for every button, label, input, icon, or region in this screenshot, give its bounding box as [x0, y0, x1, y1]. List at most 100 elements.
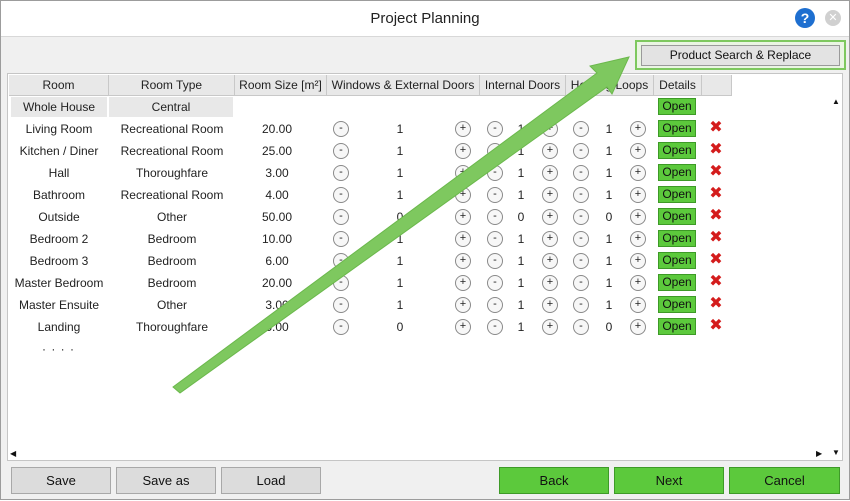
heating-loops-increment-button[interactable]: + — [630, 319, 646, 335]
open-details-button[interactable]: Open — [658, 120, 696, 137]
internal-doors-decrement-button[interactable]: - — [487, 319, 503, 335]
delete-x-icon[interactable]: ✖ — [708, 296, 724, 312]
next-button[interactable]: Next — [614, 467, 724, 494]
internal-doors-increment-button[interactable]: + — [542, 319, 558, 335]
horizontal-scrollbar[interactable]: ◀ ▶ — [8, 448, 830, 460]
delete-x-icon[interactable]: ✖ — [708, 274, 724, 290]
delete-x-icon[interactable]: ✖ — [708, 164, 724, 180]
windows-increment-button[interactable]: + — [455, 253, 471, 269]
scroll-down-icon[interactable]: ▼ — [832, 448, 840, 457]
table-row[interactable]: Master Ensuite Other 3.00 1 1 1- + - + - + Open ✖ — [8, 294, 828, 316]
header-heating-loops[interactable]: Heating Loops — [566, 75, 654, 96]
product-search-replace-button[interactable]: Product Search & Replace — [641, 45, 840, 66]
windows-decrement-button[interactable]: - — [333, 231, 349, 247]
header-room[interactable]: Room — [9, 75, 109, 96]
heating-loops-increment-button[interactable]: + — [630, 297, 646, 313]
internal-doors-increment-button[interactable]: + — [542, 231, 558, 247]
internal-doors-decrement-button[interactable]: - — [487, 297, 503, 313]
windows-decrement-button[interactable]: - — [333, 165, 349, 181]
internal-doors-decrement-button[interactable]: - — [487, 209, 503, 225]
heating-loops-increment-button[interactable]: + — [630, 187, 646, 203]
heating-loops-decrement-button[interactable]: - — [573, 231, 589, 247]
heating-loops-decrement-button[interactable]: - — [573, 297, 589, 313]
heating-loops-decrement-button[interactable]: - — [573, 319, 589, 335]
windows-decrement-button[interactable]: - — [333, 187, 349, 203]
windows-decrement-button[interactable]: - — [333, 121, 349, 137]
table-row[interactable]: Bedroom 2 Bedroom 10.00 1 1 1- + - + - + Open ✖ — [8, 228, 828, 250]
scroll-right-icon[interactable]: ▶ — [816, 449, 822, 458]
heating-loops-decrement-button[interactable]: - — [573, 209, 589, 225]
open-details-button[interactable]: Open — [658, 296, 696, 313]
internal-doors-decrement-button[interactable]: - — [487, 231, 503, 247]
table-row[interactable]: Hall Thoroughfare 3.00 1 1 1- + - + - + Open ✖ — [8, 162, 828, 184]
heating-loops-decrement-button[interactable]: - — [573, 187, 589, 203]
heating-loops-increment-button[interactable]: + — [630, 165, 646, 181]
heating-loops-decrement-button[interactable]: - — [573, 165, 589, 181]
header-room-type[interactable]: Room Type — [109, 75, 235, 96]
internal-doors-increment-button[interactable]: + — [542, 209, 558, 225]
internal-doors-increment-button[interactable]: + — [542, 275, 558, 291]
windows-increment-button[interactable]: + — [455, 165, 471, 181]
internal-doors-decrement-button[interactable]: - — [487, 165, 503, 181]
open-details-button[interactable]: Open — [658, 98, 696, 115]
open-details-button[interactable]: Open — [658, 230, 696, 247]
windows-decrement-button[interactable]: - — [333, 275, 349, 291]
vertical-scrollbar[interactable]: ▲ ▼ — [830, 94, 842, 460]
internal-doors-increment-button[interactable]: + — [542, 297, 558, 313]
internal-doors-increment-button[interactable]: + — [542, 165, 558, 181]
load-button[interactable]: Load — [221, 467, 321, 494]
delete-x-icon[interactable]: ✖ — [708, 142, 724, 158]
windows-increment-button[interactable]: + — [455, 121, 471, 137]
header-windows-external-doors[interactable]: Windows & External Doors — [327, 75, 480, 96]
heating-loops-increment-button[interactable]: + — [630, 121, 646, 137]
table-row[interactable]: Landing Thoroughfare 5.00 0 1 0- + - + - + Open ✖ — [8, 316, 828, 338]
delete-x-icon[interactable]: ✖ — [708, 208, 724, 224]
internal-doors-increment-button[interactable]: + — [542, 253, 558, 269]
header-internal-doors[interactable]: Internal Doors — [480, 75, 566, 96]
internal-doors-decrement-button[interactable]: - — [487, 121, 503, 137]
close-icon[interactable]: ✕ — [825, 10, 841, 26]
help-icon[interactable]: ? — [795, 8, 815, 28]
heating-loops-increment-button[interactable]: + — [630, 209, 646, 225]
open-details-button[interactable]: Open — [658, 164, 696, 181]
windows-increment-button[interactable]: + — [455, 143, 471, 159]
windows-increment-button[interactable]: + — [455, 319, 471, 335]
windows-decrement-button[interactable]: - — [333, 319, 349, 335]
open-details-button[interactable]: Open — [658, 208, 696, 225]
windows-decrement-button[interactable]: - — [333, 253, 349, 269]
cancel-button[interactable]: Cancel — [729, 467, 840, 494]
open-details-button[interactable]: Open — [658, 318, 696, 335]
internal-doors-increment-button[interactable]: + — [542, 143, 558, 159]
table-row[interactable]: Living Room Recreational Room 20.00 1 1 1- + - +… — [8, 118, 828, 140]
heating-loops-increment-button[interactable]: + — [630, 143, 646, 159]
table-row[interactable]: Bathroom Recreational Room 4.00 1 1 1- + - + - + Op… — [8, 184, 828, 206]
delete-x-icon[interactable]: ✖ — [708, 120, 724, 136]
delete-x-icon[interactable]: ✖ — [708, 230, 724, 246]
windows-increment-button[interactable]: + — [455, 297, 471, 313]
windows-increment-button[interactable]: + — [455, 231, 471, 247]
save-button[interactable]: Save — [11, 467, 111, 494]
delete-x-icon[interactable]: ✖ — [708, 186, 724, 202]
open-details-button[interactable]: Open — [658, 252, 696, 269]
heating-loops-decrement-button[interactable]: - — [573, 121, 589, 137]
scroll-up-icon[interactable]: ▲ — [832, 97, 840, 106]
scroll-left-icon[interactable]: ◀ — [10, 449, 16, 458]
table-row[interactable]: Bedroom 3 Bedroom 6.00 1 1 1- + - + - + Open ✖ — [8, 250, 828, 272]
windows-increment-button[interactable]: + — [455, 275, 471, 291]
header-room-size[interactable]: Room Size [m²] — [235, 75, 327, 96]
windows-decrement-button[interactable]: - — [333, 297, 349, 313]
internal-doors-increment-button[interactable]: + — [542, 187, 558, 203]
table-row[interactable]: Outside Other 50.00 0 0 0- + - + - + Open ✖ — [8, 206, 828, 228]
table-row[interactable]: Master Bedroom Bedroom 20.00 1 1 1- + - + - + Open ✖ — [8, 272, 828, 294]
open-details-button[interactable]: Open — [658, 142, 696, 159]
heating-loops-increment-button[interactable]: + — [630, 275, 646, 291]
header-details[interactable]: Details — [654, 75, 702, 96]
heating-loops-increment-button[interactable]: + — [630, 231, 646, 247]
heating-loops-increment-button[interactable]: + — [630, 253, 646, 269]
internal-doors-decrement-button[interactable]: - — [487, 275, 503, 291]
table-row[interactable]: Kitchen / Diner Recreational Room 25.00 1 1 1… — [8, 140, 828, 162]
delete-x-icon[interactable]: ✖ — [708, 318, 724, 334]
internal-doors-increment-button[interactable]: + — [542, 121, 558, 137]
heating-loops-decrement-button[interactable]: - — [573, 143, 589, 159]
back-button[interactable]: Back — [499, 467, 609, 494]
